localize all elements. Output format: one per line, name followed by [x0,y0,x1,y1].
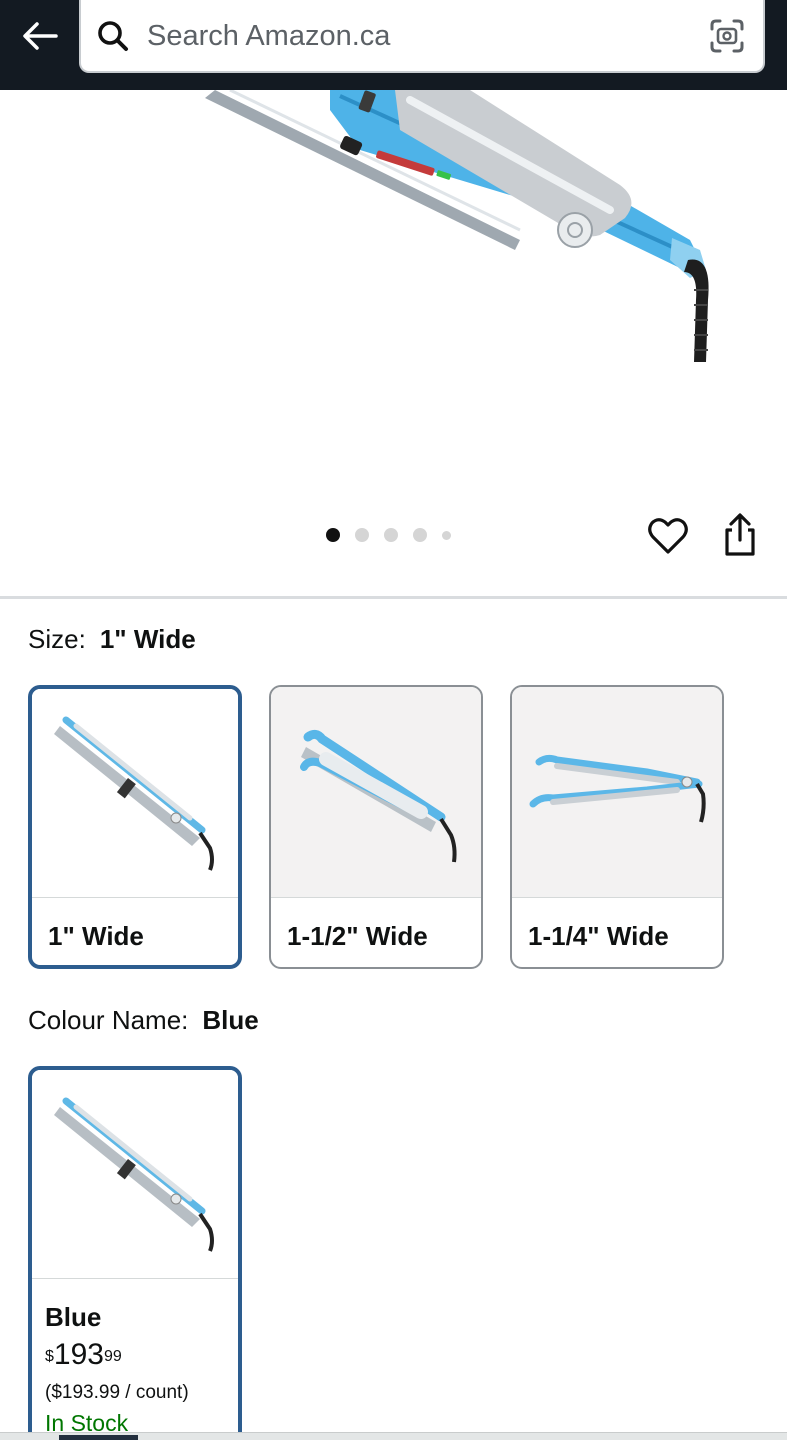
swatch-separator [512,897,722,898]
colour-selected-value: Blue [202,1005,259,1035]
size-swatch-label: 1" Wide [48,921,144,951]
swatch-separator [32,897,238,898]
price: $19399 [45,1338,122,1372]
gallery-dot-4[interactable] [413,528,427,542]
size-swatch-label: 1-1/2" Wide [287,921,428,951]
size-swatch-label: 1-1/4" Wide [528,921,669,951]
colour-option-label: Colour Name: Blue [28,1005,259,1036]
colour-swatch-name: Blue [45,1302,102,1332]
add-to-wishlist-button[interactable] [646,514,690,558]
price-fraction: 99 [103,1348,122,1365]
share-button[interactable] [718,512,762,558]
colour-swatch-thumbnail [32,1070,238,1278]
gallery-pagination-dots [326,526,451,544]
size-swatch-thumbnail [32,689,238,897]
size-swatch-thumbnail [512,687,722,897]
flat-iron-thumbnail-image [300,729,457,863]
size-swatch-2[interactable]: 1-1/2" Wide [269,685,483,969]
flat-iron-thumbnail-image [54,716,214,871]
bottom-tab-indicator [59,1435,138,1440]
flat-iron-thumbnail-image [529,754,706,823]
size-swatch-3[interactable]: 1-1/4" Wide [510,685,724,969]
search-bar[interactable] [79,0,765,73]
search-icon [98,21,128,51]
colour-swatch-blue[interactable]: Blue $19399 ($193.99 / count) In Stock [28,1066,242,1440]
price-whole: 193 [53,1338,104,1371]
camera-scan-icon[interactable] [707,16,747,56]
gallery-dot-5[interactable] [442,530,451,540]
size-label-text: Size: [28,624,86,654]
flat-iron-thumbnail-image [54,1097,214,1252]
price-symbol: $ [45,1348,54,1365]
flat-iron-product-image [205,90,709,362]
size-option-label: Size: 1" Wide [28,624,196,655]
back-button[interactable] [18,14,62,58]
swatch-separator [32,1278,238,1279]
size-swatch-thumbnail [271,687,481,897]
share-icon [725,513,755,556]
size-swatch-1[interactable]: 1" Wide [28,685,242,969]
size-selected-value: 1" Wide [99,624,196,654]
gallery-dot-3[interactable] [384,528,398,542]
swatch-separator [271,897,481,898]
back-arrow-icon [23,22,58,50]
search-input[interactable] [147,14,687,58]
section-divider [0,596,787,599]
product-image-gallery[interactable] [0,90,787,510]
colour-label-text: Colour Name: [28,1005,189,1035]
heart-icon [648,518,688,554]
unit-price: ($193.99 / count) [45,1382,189,1403]
gallery-dot-1[interactable] [326,528,340,542]
gallery-dot-2[interactable] [355,528,369,542]
bottom-toolbar [0,1432,787,1440]
top-navigation-bar [0,0,787,90]
